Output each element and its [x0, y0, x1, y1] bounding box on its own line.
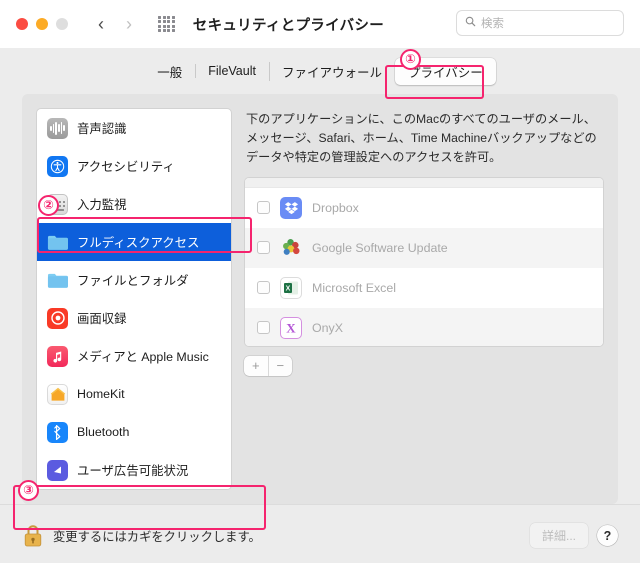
onyx-icon: X: [280, 316, 302, 339]
search-field[interactable]: 検索: [456, 10, 624, 36]
google-software-update-icon: [280, 237, 302, 259]
sidebar-item-label: 入力監視: [77, 198, 127, 212]
preferences-footer: 変更するにはカギをクリックします。 詳細... ?: [0, 504, 640, 563]
back-arrow-icon[interactable]: ‹: [90, 11, 112, 37]
privacy-description: 下のアプリケーションに、このMacのすべてのユーザのメール、メッセージ、Safa…: [246, 112, 597, 164]
app-checkbox[interactable]: [257, 201, 270, 215]
locked-padlock-icon: [22, 523, 44, 549]
homekit-icon: [47, 383, 68, 405]
remove-app-button[interactable]: −: [267, 355, 293, 376]
help-button[interactable]: ?: [597, 525, 618, 546]
zoom-window-button[interactable]: [56, 18, 68, 30]
traffic-light-controls: [16, 18, 68, 30]
sidebar-item-full-disk-access[interactable]: フルディスクアクセス: [37, 223, 231, 261]
sidebar-item-label: ユーザ広告可能状況: [77, 464, 189, 478]
annotation-marker-2: ②: [38, 195, 59, 216]
sidebar-item-label: アクセシビリティ: [77, 160, 175, 174]
svg-text:X: X: [286, 320, 296, 335]
show-all-grid-icon[interactable]: [158, 15, 175, 33]
app-row-google-software-update[interactable]: Google Software Update: [245, 227, 603, 268]
preferences-body: 一般 FileVault ファイアウォール プライバシー 音声認識 アクセシビリ…: [0, 48, 640, 563]
app-row-dropbox[interactable]: Dropbox: [245, 188, 603, 228]
app-checkbox[interactable]: [257, 241, 270, 255]
forward-arrow-icon[interactable]: ›: [118, 11, 140, 37]
sidebar-item-input-monitoring[interactable]: 入力監視: [37, 185, 231, 223]
search-icon: [465, 14, 476, 32]
lock-message: 変更するにはカギをクリックします。: [53, 529, 261, 544]
full-disk-access-icon: [47, 232, 68, 253]
partial-scrolled-row: [245, 177, 603, 188]
bluetooth-icon: [47, 421, 68, 443]
search-placeholder: 検索: [481, 18, 504, 30]
sidebar-item-label: 音声認識: [77, 122, 127, 136]
sidebar-item-bluetooth[interactable]: Bluetooth: [37, 413, 231, 451]
app-name: Microsoft Excel: [312, 280, 396, 295]
footer-actions: 詳細... ?: [529, 523, 618, 548]
sidebar-item-accessibility[interactable]: アクセシビリティ: [37, 147, 231, 185]
annotation-marker-3: ③: [18, 480, 39, 501]
dropbox-icon: [280, 196, 302, 219]
accessibility-icon: [47, 155, 68, 177]
sidebar-item-label: HomeKit: [77, 387, 125, 401]
close-window-button[interactable]: [16, 18, 28, 30]
sidebar-bottom-fade: [37, 483, 231, 489]
speech-recognition-icon: [47, 117, 68, 139]
sidebar-item-speech-recognition[interactable]: 音声認識: [37, 109, 231, 147]
lock-button[interactable]: 変更するにはカギをクリックします。: [22, 523, 261, 549]
media-apple-music-icon: [47, 345, 68, 367]
tab-firewall[interactable]: ファイアウォール: [268, 58, 395, 85]
navigation-buttons: ‹ ›: [90, 11, 175, 37]
window-titlebar: ‹ › セキュリティとプライバシー 検索: [0, 0, 640, 48]
annotation-marker-1: ①: [400, 49, 421, 70]
minimize-window-button[interactable]: [36, 18, 48, 30]
sidebar-item-screen-recording[interactable]: 画面収録: [37, 299, 231, 337]
sidebar-item-media-apple-music[interactable]: メディアと Apple Music: [37, 337, 231, 375]
files-and-folders-icon: [47, 270, 68, 291]
page-title: セキュリティとプライバシー: [192, 17, 385, 34]
app-row-microsoft-excel[interactable]: X Microsoft Excel: [245, 268, 603, 308]
tab-bar: 一般 FileVault ファイアウォール プライバシー: [0, 48, 640, 94]
user-advertising-icon: [47, 459, 68, 481]
app-row-onyx[interactable]: X OnyX: [245, 307, 603, 346]
screen-recording-icon: [47, 307, 68, 329]
app-name: OnyX: [312, 320, 343, 335]
sidebar-item-label: ファイルとフォルダ: [77, 274, 189, 288]
app-name: Dropbox: [312, 200, 359, 215]
sidebar-item-homekit[interactable]: HomeKit: [37, 375, 231, 413]
system-preferences-window: ‹ › セキュリティとプライバシー 検索 一般 FileVault ファイアウォ…: [0, 0, 640, 563]
app-name: Google Software Update: [312, 240, 448, 255]
privacy-category-list[interactable]: 音声認識 アクセシビリティ 入力監視 フルディスクアクセス ファイルとフォルダ …: [36, 108, 232, 490]
svg-text:X: X: [286, 285, 291, 292]
sidebar-item-label: 画面収録: [77, 312, 127, 326]
app-checkbox[interactable]: [257, 281, 270, 295]
app-checkbox[interactable]: [257, 321, 270, 335]
add-remove-app-buttons[interactable]: + −: [244, 355, 293, 376]
sidebar-item-label: フルディスクアクセス: [77, 236, 200, 250]
add-app-button[interactable]: +: [244, 356, 268, 376]
microsoft-excel-icon: X: [280, 276, 302, 299]
allowed-apps-list[interactable]: Dropbox Google Software Update X Microso…: [244, 176, 604, 347]
sidebar-item-label: Bluetooth: [77, 425, 130, 439]
sidebar-item-files-and-folders[interactable]: ファイルとフォルダ: [37, 261, 231, 299]
tab-general[interactable]: 一般: [144, 58, 195, 85]
tab-filevault[interactable]: FileVault: [195, 60, 269, 82]
details-button[interactable]: 詳細...: [529, 523, 588, 548]
sidebar-item-label: メディアと Apple Music: [77, 350, 209, 364]
privacy-panel: 音声認識 アクセシビリティ 入力監視 フルディスクアクセス ファイルとフォルダ …: [22, 94, 618, 504]
full-disk-access-content: 下のアプリケーションに、このMacのすべてのユーザのメール、メッセージ、Safa…: [244, 108, 604, 490]
